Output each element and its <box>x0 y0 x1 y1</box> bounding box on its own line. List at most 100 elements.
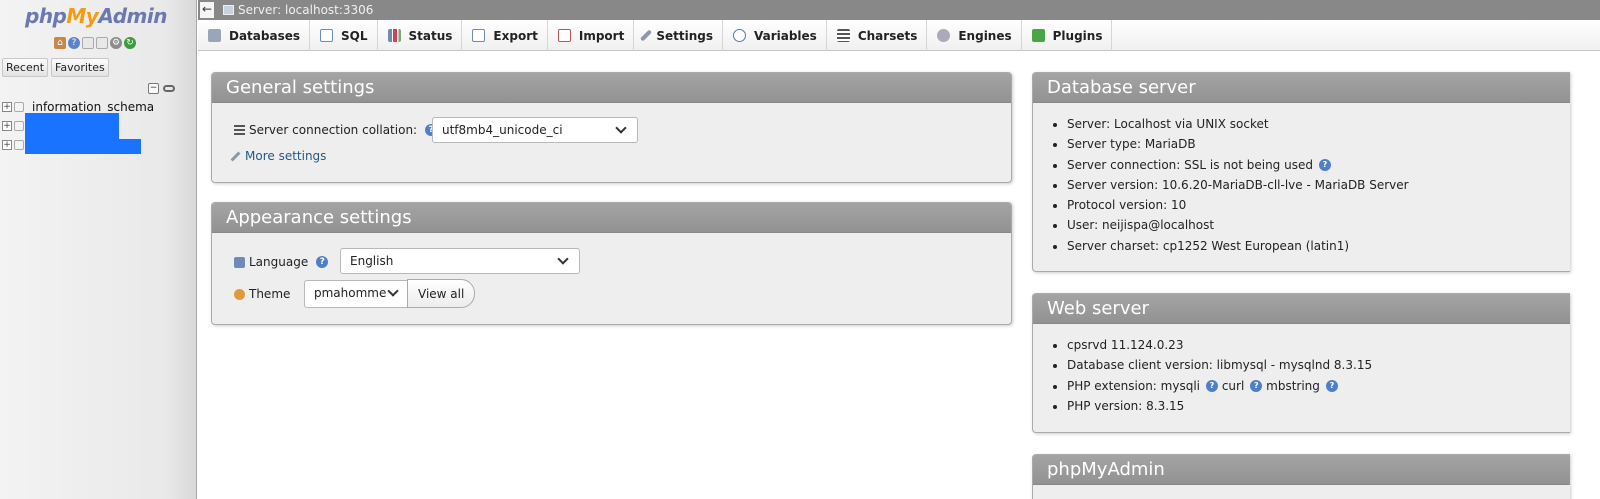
more-settings-link[interactable]: More settings <box>245 149 326 163</box>
collation-label: Server connection collation: <box>249 123 418 137</box>
collation-icon <box>234 124 245 136</box>
list-item: User: neijispa@localhost <box>1067 218 1409 238</box>
tree-item-label[interactable]: information_schema <box>32 100 154 114</box>
list-item: Server connection: SSL is not being used… <box>1067 158 1409 178</box>
tab-plugins[interactable]: Plugins <box>1022 20 1113 51</box>
expand-icon[interactable]: + <box>2 102 12 112</box>
info-text: PHP extension: mysqli <box>1067 378 1200 393</box>
chevron-down-icon <box>557 253 569 265</box>
chevron-down-icon <box>387 285 399 297</box>
collapse-all-icon[interactable]: − <box>148 83 159 94</box>
breadcrumb-bar: ← Server: localhost:3306 <box>198 0 1600 20</box>
theme-row: Theme <box>234 287 290 301</box>
database-icon <box>14 140 24 150</box>
info-text: Protocol version: 10 <box>1067 198 1187 213</box>
language-icon <box>234 256 245 268</box>
recent-tab[interactable]: Recent <box>2 58 49 77</box>
web-server-info-list: cpsrvd 11.124.0.23 Database client versi… <box>1055 338 1372 419</box>
theme-select[interactable]: pmahomme <box>304 280 408 308</box>
help-icon[interactable]: ? <box>1318 159 1331 172</box>
tab-label: Variables <box>753 28 817 43</box>
help-icon[interactable]: ? <box>68 37 80 49</box>
chevron-down-icon <box>615 122 627 134</box>
sidebar-icon-bar: ⌂ ? ⚙ ↻ <box>54 37 136 49</box>
help-icon[interactable]: ? <box>1206 380 1218 393</box>
recent-favorites-tabs: Recent Favorites <box>2 58 109 77</box>
phpmyadmin-logo[interactable]: phpMyAdmin <box>25 4 167 28</box>
view-all-button[interactable]: View all <box>407 279 476 308</box>
info-text: mbstring <box>1266 378 1320 393</box>
tab-charsets[interactable]: Charsets <box>827 20 928 51</box>
back-arrow-icon[interactable]: ← <box>200 2 214 18</box>
tree-item-information-schema[interactable]: + information_schema <box>2 100 154 114</box>
tab-sql[interactable]: SQL <box>310 20 378 51</box>
panel-title: Database server <box>1033 73 1570 103</box>
status-icon <box>387 29 401 42</box>
breadcrumb-server[interactable]: Server: localhost:3306 <box>238 3 373 17</box>
expand-icon[interactable]: + <box>2 121 12 131</box>
server-icon <box>223 5 234 15</box>
redacted-database-name <box>25 139 141 154</box>
home-icon[interactable]: ⌂ <box>54 37 66 49</box>
gear-icon[interactable]: ⚙ <box>110 37 122 49</box>
language-select[interactable]: English <box>340 248 580 274</box>
tab-label: Status <box>408 28 453 43</box>
tab-import[interactable]: Import <box>548 20 635 51</box>
tab-databases[interactable]: Databases <box>198 20 311 51</box>
list-item: cpsrvd 11.124.0.23 <box>1067 338 1372 358</box>
tab-engines[interactable]: Engines <box>927 20 1022 51</box>
docs-icon[interactable] <box>82 37 94 49</box>
palette-icon <box>234 288 245 300</box>
logo-php: php <box>25 4 67 28</box>
database-icon <box>14 102 24 112</box>
info-text: PHP version: 8.3.15 <box>1067 398 1185 413</box>
panel-title: Web server <box>1033 294 1570 324</box>
help-icon[interactable]: ? <box>1250 380 1263 393</box>
tab-variables[interactable]: Variables <box>723 20 827 51</box>
list-item: Server charset: cp1252 West European (la… <box>1067 239 1409 259</box>
collation-value: utf8mb4_unicode_ci <box>442 123 563 137</box>
tab-label: Databases <box>229 28 301 43</box>
collation-row: Server connection collation: ? <box>234 123 438 137</box>
info-text: Server charset: cp1252 West European (la… <box>1067 238 1350 253</box>
sql-docs-icon[interactable] <box>96 37 108 49</box>
database-icon <box>14 121 24 131</box>
info-text: Server connection: SSL is not being used <box>1067 157 1313 172</box>
wrench-icon <box>640 29 653 42</box>
reload-icon[interactable]: ↻ <box>124 37 136 49</box>
plugins-icon <box>1031 29 1045 42</box>
theme-label: Theme <box>249 287 291 301</box>
language-value: English <box>350 254 394 268</box>
list-item: Server version: 10.6.20-MariaDB-cll-lve … <box>1067 178 1409 198</box>
phpmyadmin-info-panel: phpMyAdmin <box>1032 454 1570 499</box>
more-settings-row[interactable]: More settings <box>230 149 326 163</box>
tab-status[interactable]: Status <box>378 20 463 51</box>
help-icon[interactable]: ? <box>1325 380 1338 393</box>
tab-label: Settings <box>656 28 713 43</box>
info-text: cpsrvd 11.124.0.23 <box>1067 338 1184 352</box>
info-text: curl <box>1221 378 1245 393</box>
panel-title: phpMyAdmin <box>1033 455 1570 485</box>
export-icon <box>472 29 486 42</box>
tab-label: Charsets <box>857 28 918 43</box>
info-text: Server version: 10.6.20-MariaDB-cll-lve … <box>1067 177 1409 192</box>
tab-label: Engines <box>958 28 1012 43</box>
appearance-settings-panel: Appearance settings Language ? English T… <box>211 202 1012 325</box>
databases-icon <box>208 29 221 42</box>
tab-label: Export <box>493 28 538 43</box>
wrench-icon <box>230 151 241 161</box>
tab-export[interactable]: Export <box>462 20 548 51</box>
language-row: Language ? <box>234 255 329 269</box>
charsets-icon <box>836 29 850 42</box>
expand-icon[interactable]: + <box>2 140 12 150</box>
database-server-panel: Database server Server: Localhost via UN… <box>1032 72 1570 272</box>
general-settings-panel: General settings Server connection colla… <box>211 72 1012 183</box>
help-icon[interactable]: ? <box>316 256 329 268</box>
collation-select[interactable]: utf8mb4_unicode_ci <box>432 117 638 143</box>
link-with-main-panel-icon[interactable] <box>163 85 175 92</box>
tab-settings[interactable]: Settings <box>634 20 723 51</box>
favorites-tab[interactable]: Favorites <box>51 58 109 77</box>
navigation-sidebar: phpMyAdmin ⌂ ? ⚙ ↻ Recent Favorites − + … <box>0 0 197 499</box>
tab-label: SQL <box>341 28 368 43</box>
sql-icon <box>320 29 334 42</box>
